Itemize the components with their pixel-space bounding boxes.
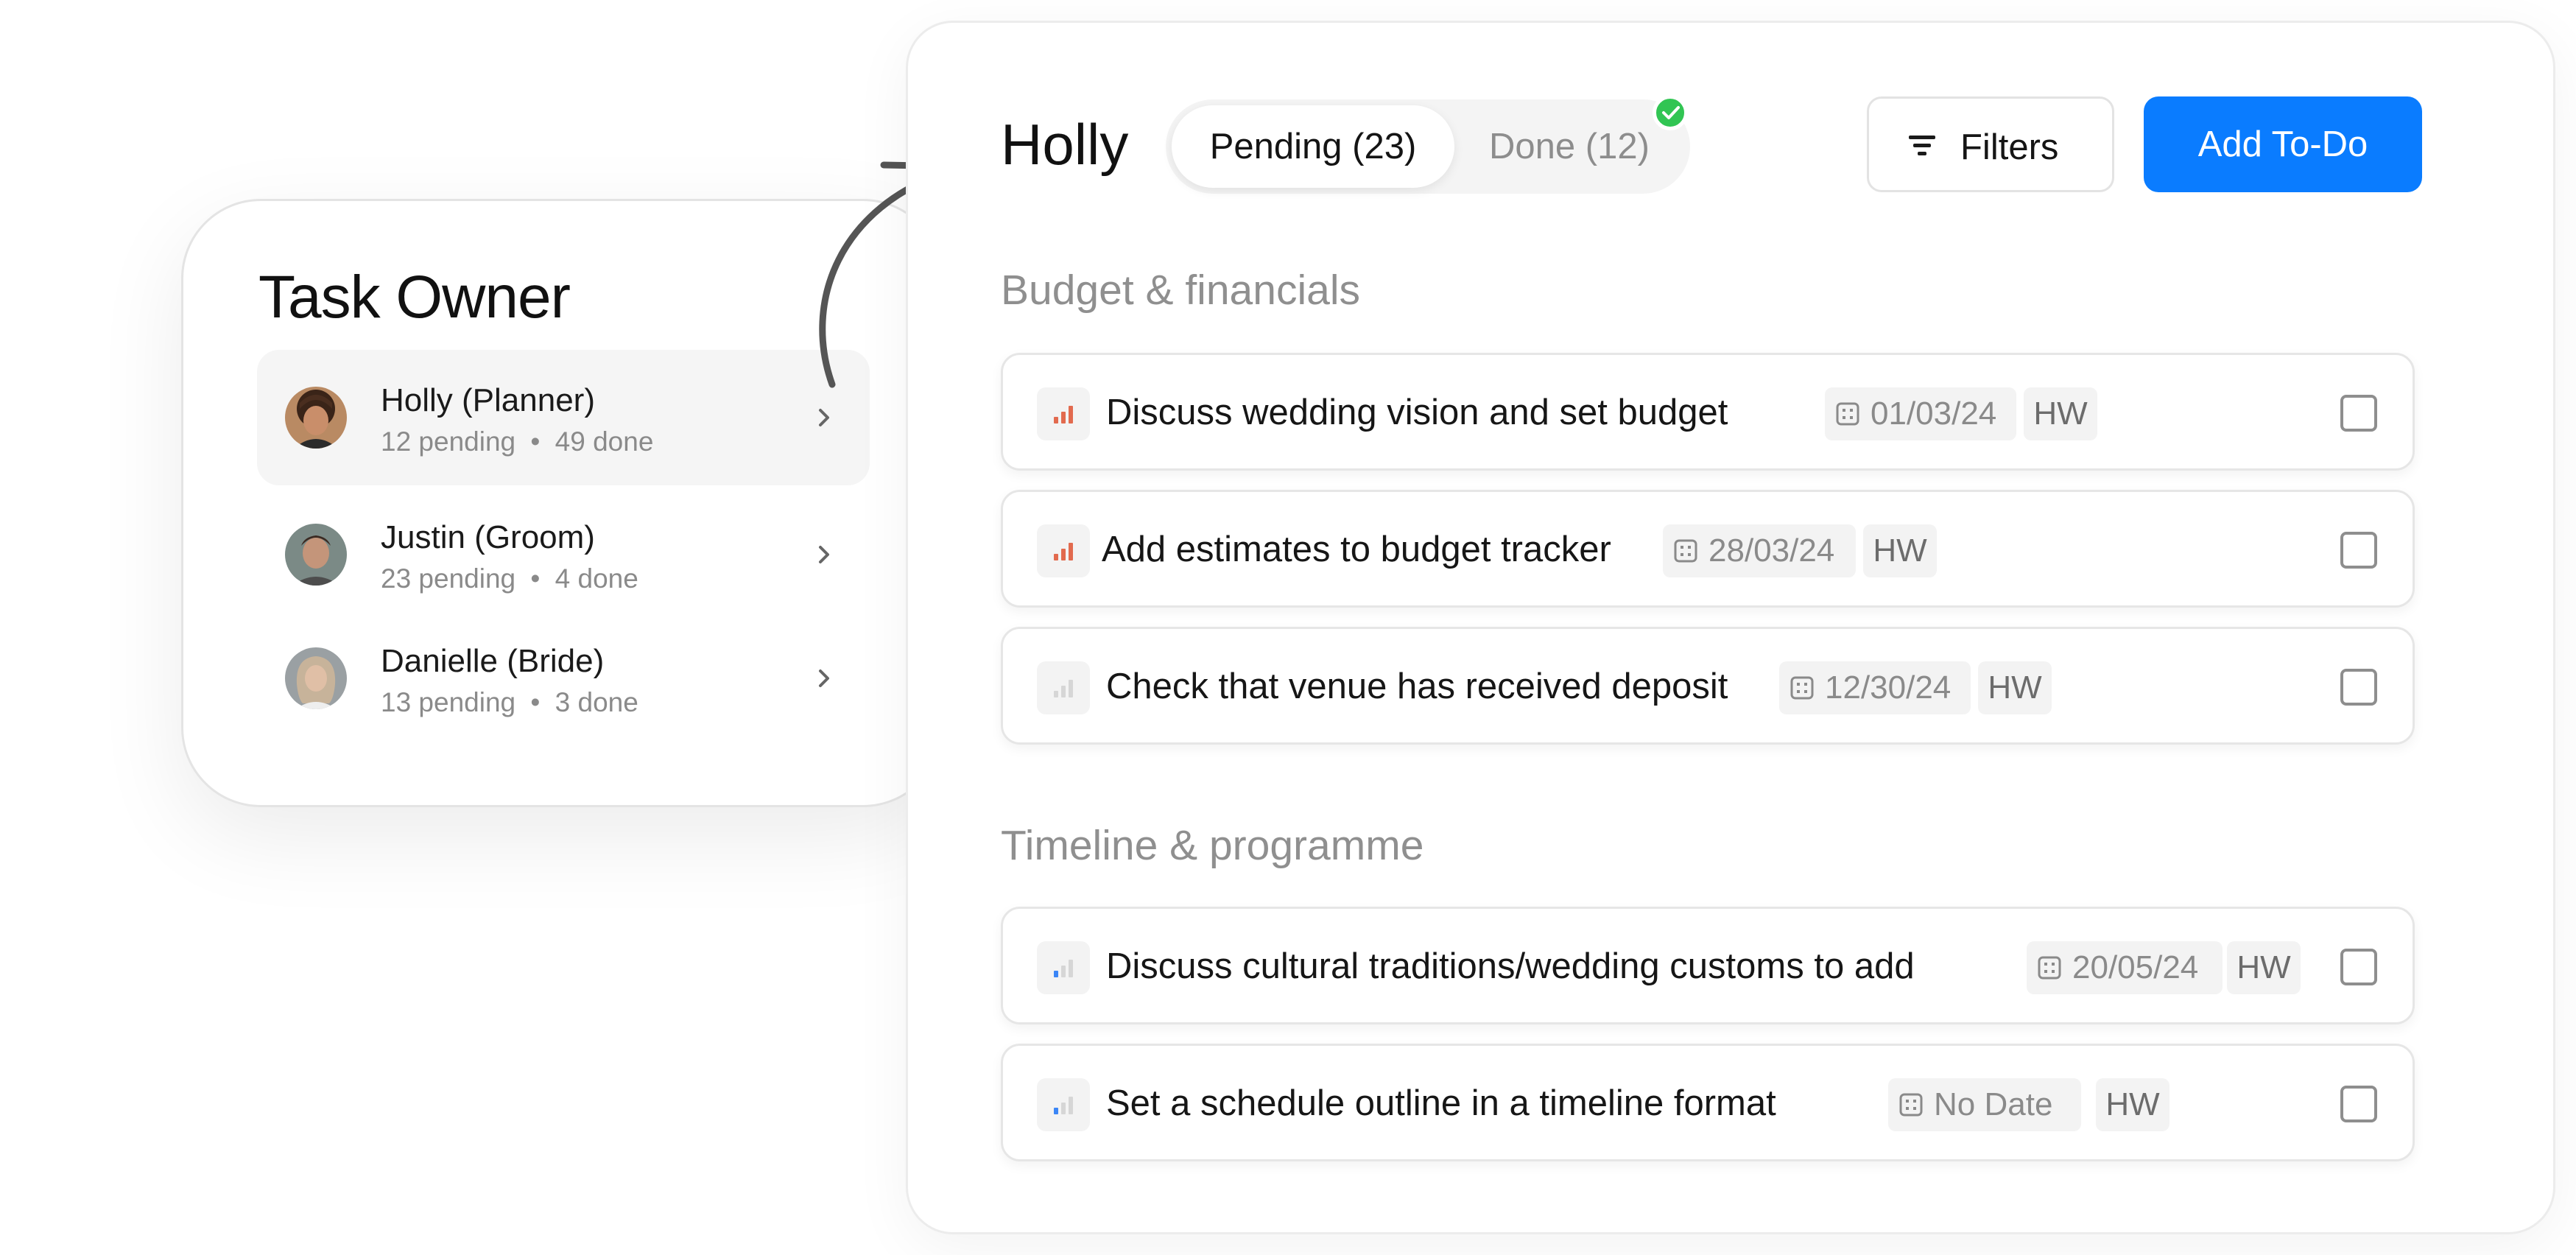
task-checkbox[interactable] (2340, 1086, 2377, 1122)
tab-done[interactable]: Done (12) (1459, 105, 1680, 188)
tab-pending[interactable]: Pending (23) (1172, 105, 1454, 188)
chevron-right-icon (819, 546, 829, 563)
due-date: 12/30/24 (1825, 669, 1952, 706)
calendar-icon (1790, 676, 1814, 700)
chevron-right-icon (819, 409, 829, 426)
task-title: Set a schedule outline in a timeline for… (1106, 1083, 1776, 1123)
task-checkbox[interactable] (2340, 395, 2377, 432)
filters-label: Filters (1960, 127, 2059, 167)
due-date-chip[interactable]: 12/30/24 (1779, 661, 1971, 714)
task-row[interactable]: Discuss cultural traditions/wedding cust… (1001, 907, 2415, 1024)
owner-row-justin[interactable]: Justin (Groom) 23 pending • 4 done (257, 487, 870, 622)
section-title: Timeline & programme (1001, 822, 1424, 869)
avatar (285, 387, 347, 449)
task-title: Discuss cultural traditions/wedding cust… (1106, 946, 1915, 986)
owner-stats: 23 pending • 4 done (381, 563, 638, 594)
page-title: Holly (1001, 112, 1129, 177)
assignee-initials: HW (2227, 941, 2301, 994)
owner-done-count: 4 done (555, 563, 638, 594)
calendar-icon (1836, 402, 1859, 426)
priority-icon (1037, 941, 1090, 994)
owner-pending-count: 23 pending (381, 563, 516, 594)
task-row[interactable]: Check that venue has received deposit 12… (1001, 627, 2415, 745)
assignee-initials: HW (2024, 387, 2097, 440)
separator-dot: • (530, 563, 541, 594)
due-date-chip[interactable]: 28/03/24 (1663, 524, 1856, 577)
calendar-icon (2038, 956, 2061, 980)
calendar-icon (1899, 1093, 1923, 1117)
due-date-chip[interactable]: No Date (1888, 1078, 2081, 1131)
priority-icon (1037, 524, 1090, 577)
due-date: 20/05/24 (2072, 949, 2199, 985)
assignee-initials: HW (1978, 661, 2052, 714)
check-badge-icon (1653, 95, 1688, 130)
add-todo-button[interactable]: Add To-Do (2144, 96, 2422, 192)
owner-row-holly[interactable]: Holly (Planner) 12 pending • 49 done (257, 350, 870, 485)
todo-panel: Holly Pending (23) Done (12) Filters Add… (906, 21, 2555, 1234)
owner-done-count: 3 done (555, 687, 638, 717)
owner-pending-count: 12 pending (381, 426, 516, 457)
chevron-right-icon (819, 669, 829, 687)
due-date: 28/03/24 (1708, 532, 1835, 569)
separator-dot: • (530, 687, 541, 717)
task-checkbox[interactable] (2340, 669, 2377, 706)
task-title: Check that venue has received deposit (1106, 667, 1728, 706)
owner-pending-count: 13 pending (381, 687, 516, 717)
separator-dot: • (530, 426, 541, 457)
task-row[interactable]: Set a schedule outline in a timeline for… (1001, 1044, 2415, 1161)
filter-icon (1909, 136, 1935, 155)
status-tabs: Pending (23) Done (12) (1166, 99, 1690, 194)
task-title: Add estimates to budget tracker (1102, 530, 1611, 569)
calendar-icon (1674, 539, 1697, 563)
task-owner-title: Task Owner (258, 264, 571, 331)
owner-row-danielle[interactable]: Danielle (Bride) 13 pending • 3 done (257, 611, 870, 746)
owner-name: Holly (Planner) (381, 382, 595, 418)
filters-button[interactable]: Filters (1867, 96, 2114, 192)
section-title: Budget & financials (1001, 267, 1360, 314)
owner-stats: 13 pending • 3 done (381, 687, 638, 718)
owner-done-count: 49 done (555, 426, 654, 457)
due-date: No Date (1934, 1086, 2053, 1122)
priority-icon (1037, 661, 1090, 714)
due-date-chip[interactable]: 20/05/24 (2027, 941, 2223, 994)
task-checkbox[interactable] (2340, 532, 2377, 569)
owner-name: Justin (Groom) (381, 519, 595, 555)
task-row[interactable]: Add estimates to budget tracker 28/03/24… (1001, 490, 2415, 608)
owner-stats: 12 pending • 49 done (381, 426, 653, 457)
assignee-initials: HW (2096, 1078, 2169, 1131)
due-date: 01/03/24 (1871, 396, 1997, 432)
avatar (285, 524, 347, 586)
task-title: Discuss wedding vision and set budget (1106, 393, 1728, 432)
priority-icon (1037, 387, 1090, 440)
assignee-initials: HW (1863, 524, 1937, 577)
task-checkbox[interactable] (2340, 949, 2377, 985)
due-date-chip[interactable]: 01/03/24 (1825, 387, 2016, 440)
priority-icon (1037, 1078, 1090, 1131)
task-row[interactable]: Discuss wedding vision and set budget 01… (1001, 353, 2415, 471)
avatar (285, 647, 347, 709)
owner-name: Danielle (Bride) (381, 643, 605, 679)
